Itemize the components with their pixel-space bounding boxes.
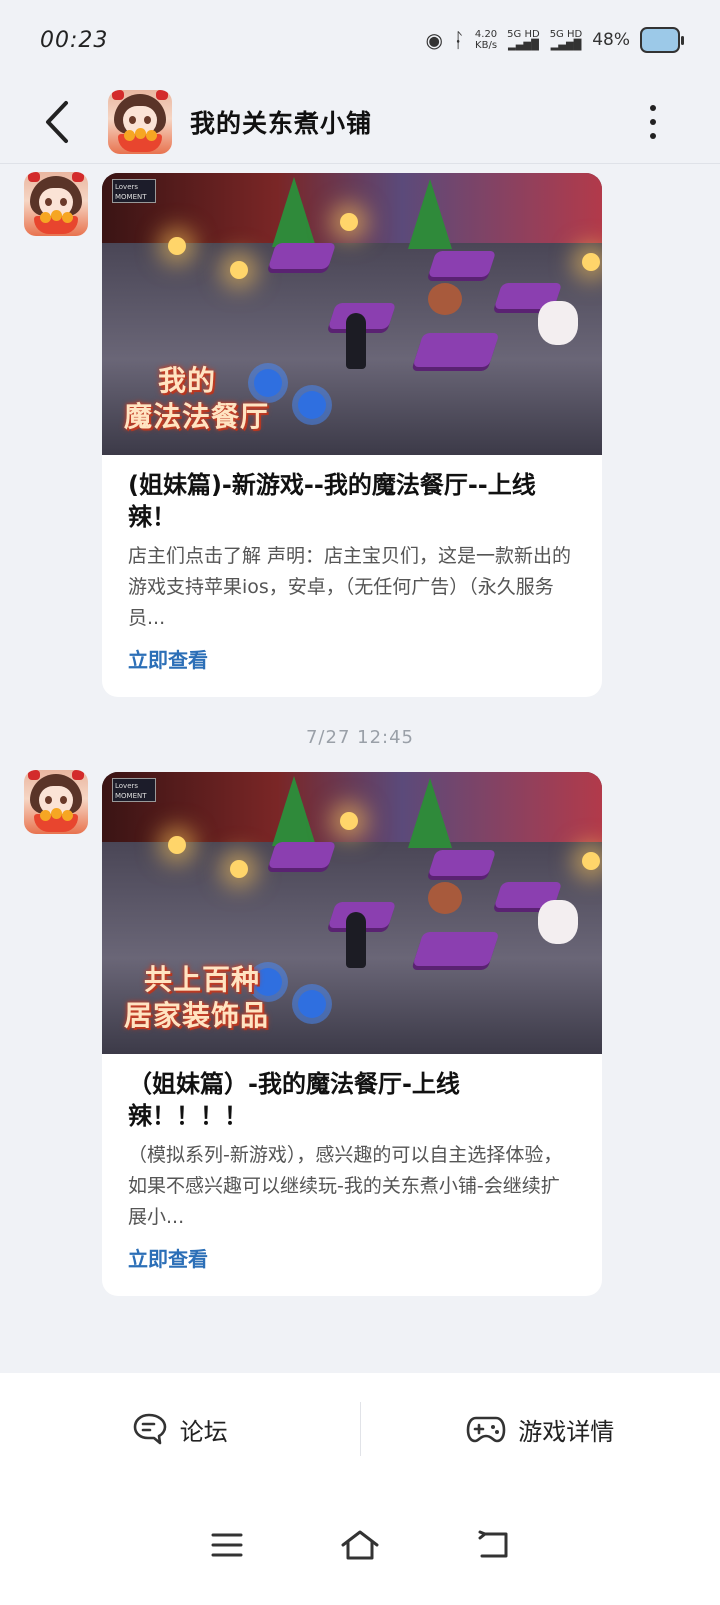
- bottom-action-bar: 论坛 游戏详情: [0, 1373, 720, 1485]
- return-icon: [478, 1530, 508, 1558]
- badge-line-2: MOMENT: [115, 792, 147, 800]
- signal-2-label: 5G HD: [549, 29, 583, 40]
- image-caption-line-1: 共上百种: [144, 963, 261, 996]
- message-card-body: （姐妹篇）-我的魔法餐厅-上线辣！！！！ （模拟系列-新游戏），感兴趣的可以自主…: [102, 1054, 602, 1296]
- sender-avatar[interactable]: [24, 770, 88, 834]
- network-speed: 4.20 KB/s: [475, 29, 497, 51]
- battery-percent: 48%: [592, 30, 630, 50]
- back-system-button[interactable]: [468, 1520, 518, 1570]
- image-caption-line-2: 居家装饰品: [124, 999, 270, 1032]
- forum-label: 论坛: [179, 1417, 228, 1446]
- message-card-body: (姐妹篇)-新游戏--我的魔法餐厅--上线辣！ 店主们点击了解 声明：店主宝贝们…: [102, 455, 602, 697]
- chat-title: 我的关东煮小铺: [190, 108, 373, 138]
- menu-icon: [211, 1533, 243, 1557]
- message-card[interactable]: Lovers MOMENT 我的 魔法法餐厅 (姐妹篇)-新游戏--我的魔法餐厅…: [102, 173, 602, 697]
- chevron-left-icon: [46, 100, 68, 143]
- image-caption-line-2: 魔法法餐厅: [124, 400, 270, 433]
- system-navigation-bar: [0, 1485, 720, 1605]
- signal-1: 5G HD ▂▄▆█: [507, 29, 540, 51]
- menu-button[interactable]: [202, 1520, 252, 1570]
- net-speed-unit: KB/s: [475, 40, 498, 51]
- bluetooth-icon: ᛛ: [452, 28, 465, 52]
- status-time: 00:23: [40, 27, 109, 53]
- signal-bars-icon: ▂▄▆█: [550, 40, 582, 51]
- home-button[interactable]: [335, 1520, 385, 1570]
- view-now-link[interactable]: 立即查看: [128, 644, 208, 673]
- image-caption-line-1: 我的: [158, 364, 217, 397]
- badge-line-1: Lovers: [115, 183, 139, 191]
- image-caption: 共上百种 居家装饰品: [124, 962, 269, 1034]
- home-icon: [341, 1530, 379, 1560]
- chat-bubble-icon: [133, 1413, 167, 1445]
- message-description: （模拟系列-新游戏），感兴趣的可以自主选择体验，如果不感兴趣可以继续玩-我的关东…: [128, 1144, 563, 1228]
- lovers-moment-badge: Lovers MOMENT: [112, 778, 156, 802]
- more-options-button[interactable]: [642, 97, 664, 147]
- view-now-link[interactable]: 立即查看: [128, 1243, 208, 1272]
- forum-button[interactable]: 论坛: [0, 1373, 360, 1485]
- message-title: (姐妹篇)-新游戏--我的魔法餐厅--上线辣！: [128, 471, 536, 531]
- chat-header: 我的关东煮小铺: [0, 80, 720, 164]
- message-card-image[interactable]: Lovers MOMENT 共上百种 居家装饰品: [102, 772, 602, 1054]
- image-caption: 我的 魔法法餐厅: [124, 363, 269, 435]
- more-vertical-icon: [650, 104, 656, 111]
- status-bar: 00:23 ◉ ᛛ 4.20 KB/s 5G HD ▂▄▆█ 5G HD ▂▄▆…: [0, 0, 720, 80]
- header-avatar[interactable]: [108, 89, 172, 154]
- battery-icon: [640, 27, 684, 53]
- message-card-image[interactable]: Lovers MOMENT 我的 魔法法餐厅: [102, 173, 602, 455]
- lovers-moment-badge: Lovers MOMENT: [112, 179, 156, 203]
- signal-bars-icon: ▂▄▆█: [508, 40, 539, 51]
- status-icons: ◉ ᛛ 4.20 KB/s 5G HD ▂▄▆█ 5G HD ▂▄▆█ 48%: [425, 27, 684, 53]
- game-details-button[interactable]: 游戏详情: [361, 1373, 720, 1485]
- badge-line-1: Lovers: [115, 782, 139, 790]
- signal-1-label: 5G HD: [507, 29, 540, 40]
- signal-2: 5G HD ▂▄▆█: [550, 29, 583, 51]
- game-details-label: 游戏详情: [518, 1417, 615, 1446]
- message-description: 店主们点击了解 声明：店主宝贝们，这是一款新出的游戏支持苹果ios，安卓，（无任…: [128, 545, 572, 629]
- message-timestamp: 7/27 12:45: [305, 727, 414, 748]
- badge-line-2: MOMENT: [115, 193, 147, 201]
- cat-app-icon: ◉: [425, 28, 443, 52]
- sender-avatar[interactable]: [24, 172, 88, 236]
- gamepad-icon: [466, 1416, 506, 1443]
- net-speed-value: 4.20: [474, 29, 498, 40]
- message-title: （姐妹篇）-我的魔法餐厅-上线辣！！！！: [128, 1070, 460, 1130]
- back-button[interactable]: [22, 87, 92, 157]
- message-card[interactable]: Lovers MOMENT 共上百种 居家装饰品 （姐妹篇）-我的魔法餐厅-上线…: [102, 772, 602, 1296]
